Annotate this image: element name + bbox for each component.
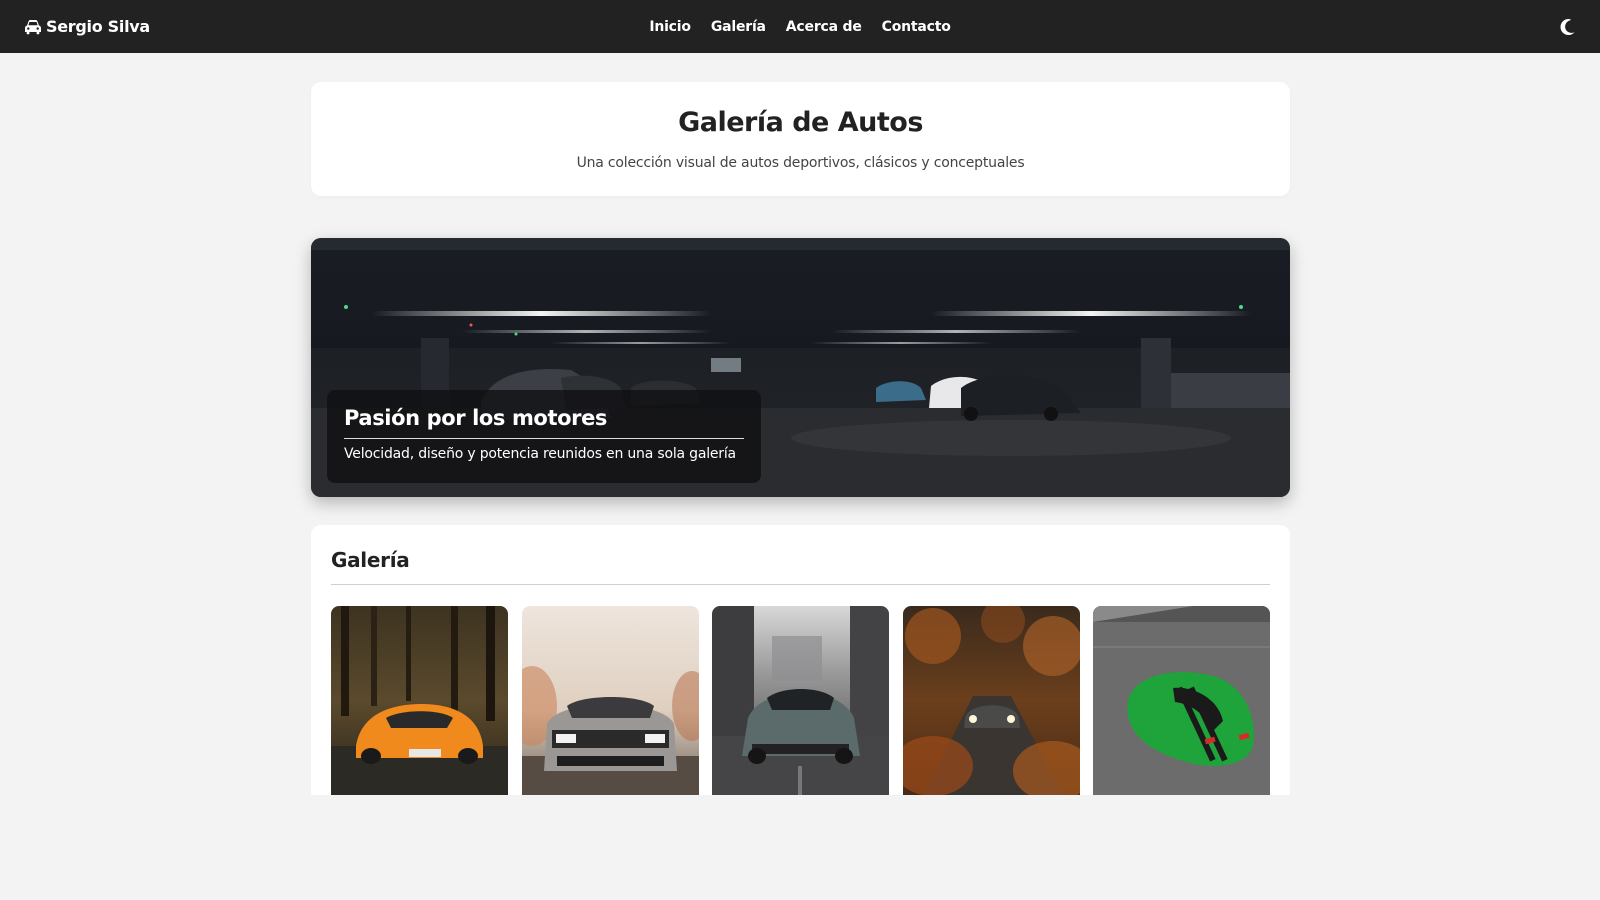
brand-link[interactable]: Sergio Silva bbox=[24, 0, 150, 53]
hero-caption: Pasión por los motores Velocidad, diseño… bbox=[327, 390, 761, 483]
gallery-item-autumn-car[interactable] bbox=[903, 606, 1080, 795]
gallery-divider bbox=[331, 584, 1270, 585]
gallery-item-green-car[interactable] bbox=[1093, 606, 1270, 795]
hero-title: Pasión por los motores bbox=[344, 406, 744, 439]
hero-banner: Pasión por los motores Velocidad, diseño… bbox=[311, 238, 1290, 497]
car-icon bbox=[24, 19, 42, 35]
car-photo bbox=[1093, 606, 1270, 795]
header-card: Galería de Autos Una colección visual de… bbox=[311, 82, 1290, 196]
gallery-item-orange-car[interactable] bbox=[331, 606, 508, 795]
nav-link-inicio[interactable]: Inicio bbox=[649, 19, 691, 35]
car-photo bbox=[331, 606, 508, 795]
car-photo bbox=[903, 606, 1080, 795]
nav-link-galeria[interactable]: Galería bbox=[711, 19, 766, 35]
gallery-item-silver-car[interactable] bbox=[522, 606, 699, 795]
brand-name: Sergio Silva bbox=[46, 17, 150, 36]
theme-toggle-button[interactable] bbox=[1556, 15, 1580, 39]
hero-text: Velocidad, diseño y potencia reunidos en… bbox=[344, 446, 736, 462]
navbar: Sergio Silva Inicio Galería Acerca de Co… bbox=[0, 0, 1600, 53]
car-photo bbox=[712, 606, 889, 795]
moon-icon bbox=[1560, 19, 1576, 35]
car-photo bbox=[522, 606, 699, 795]
page-title: Galería de Autos bbox=[678, 107, 923, 138]
gallery-item-classic-car[interactable] bbox=[712, 606, 889, 795]
nav-menu: Inicio Galería Acerca de Contacto bbox=[0, 0, 1600, 53]
nav-link-acerca[interactable]: Acerca de bbox=[786, 19, 862, 35]
gallery-title: Galería bbox=[331, 548, 410, 572]
gallery-section: Galería bbox=[311, 525, 1290, 795]
page-subtitle: Una colección visual de autos deportivos… bbox=[576, 155, 1025, 171]
nav-link-contacto[interactable]: Contacto bbox=[882, 19, 951, 35]
